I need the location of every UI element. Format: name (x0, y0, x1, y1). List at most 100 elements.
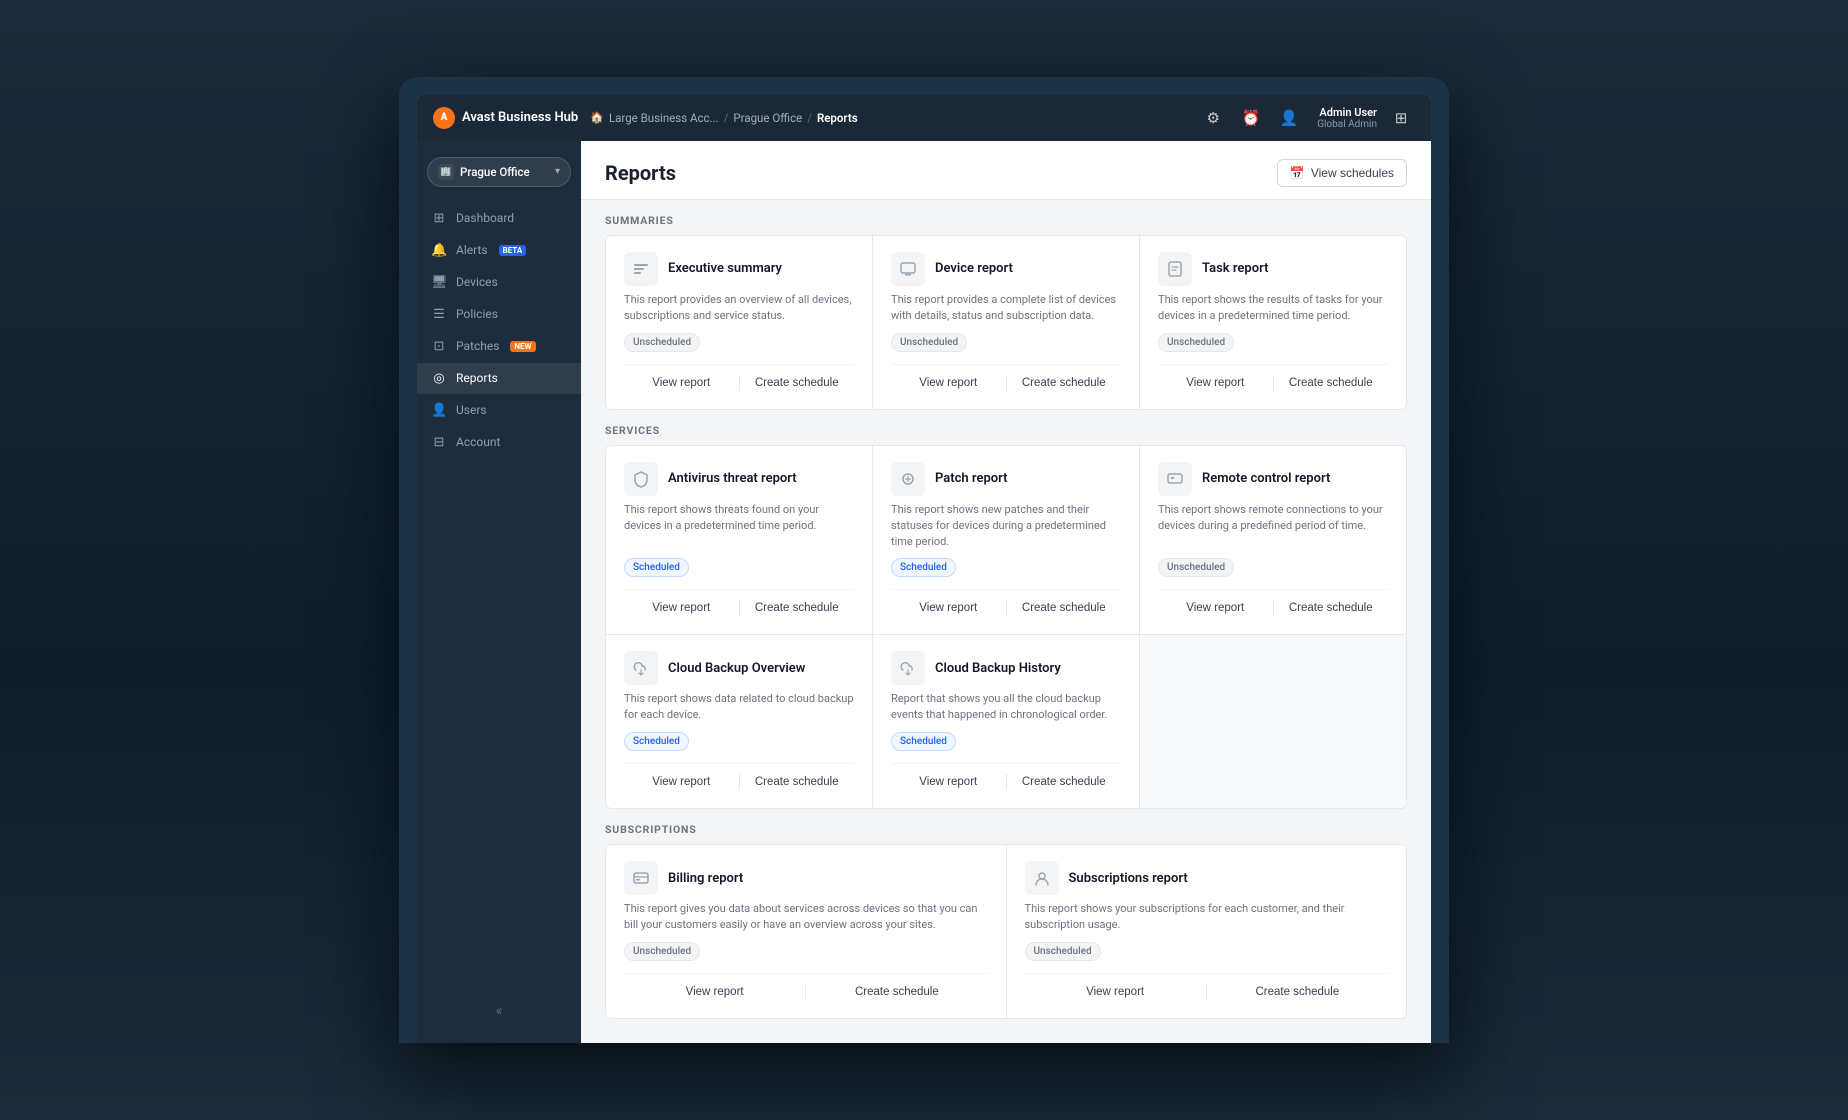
view-report-button[interactable]: View report (1158, 598, 1273, 618)
sidebar-item-reports[interactable]: ◎ Reports (417, 363, 581, 394)
status-badge-unscheduled: Unscheduled (624, 942, 700, 961)
reports-icon: ◎ (431, 371, 447, 386)
chevron-down-icon: ▾ (555, 166, 560, 177)
create-schedule-button[interactable]: Create schedule (740, 373, 855, 393)
sidebar-item-account[interactable]: ⊟ Account (417, 427, 581, 458)
view-report-button[interactable]: View report (624, 373, 739, 393)
create-schedule-button[interactable]: Create schedule (740, 772, 855, 792)
menu-icon[interactable]: ⊞ (1387, 104, 1415, 132)
executive-summary-actions: View report Create schedule (624, 364, 854, 393)
user-role: Global Admin (1317, 119, 1377, 130)
user-name: Admin User (1319, 106, 1377, 119)
view-schedules-button[interactable]: 📅 View schedules (1277, 159, 1407, 187)
org-name: Prague Office (460, 165, 530, 179)
create-schedule-button[interactable]: Create schedule (1274, 598, 1389, 618)
view-report-button[interactable]: View report (1025, 982, 1206, 1002)
users-icon: 👤 (431, 403, 447, 418)
subscriptions-title: Subscriptions report (1069, 871, 1188, 886)
beta-badge: BETA (499, 245, 527, 256)
sidebar-item-users[interactable]: 👤 Users (417, 395, 581, 426)
view-report-button[interactable]: View report (624, 598, 739, 618)
patch-desc: This report shows new patches and their … (891, 502, 1121, 550)
view-report-button[interactable]: View report (891, 373, 1006, 393)
sidebar-item-devices[interactable]: 🖥 Devices (417, 267, 581, 298)
report-card-billing: Billing report This report gives you dat… (606, 845, 1006, 1018)
cloud-backup-history-icon (891, 651, 925, 685)
section-services-label: SERVICES (581, 410, 1431, 445)
view-report-button[interactable]: View report (624, 772, 739, 792)
cloud-backup-history-title: Cloud Backup History (935, 661, 1061, 676)
report-card-patch: Patch report This report shows new patch… (873, 446, 1139, 635)
report-card-subscriptions: Subscriptions report This report shows y… (1007, 845, 1407, 1018)
page-title: Reports (605, 161, 676, 185)
task-report-title: Task report (1202, 261, 1268, 276)
create-schedule-button[interactable]: Create schedule (1207, 982, 1388, 1002)
status-badge-unscheduled: Unscheduled (1158, 333, 1234, 352)
device-report-desc: This report provides a complete list of … (891, 292, 1121, 324)
sidebar-item-policies[interactable]: ☰ Policies (417, 299, 581, 330)
sidebar-collapse-button[interactable]: « (417, 991, 581, 1031)
user-icon[interactable]: 👤 (1275, 104, 1303, 132)
create-schedule-button[interactable]: Create schedule (740, 598, 855, 618)
patch-title: Patch report (935, 471, 1007, 486)
sidebar-item-label: Account (456, 435, 500, 449)
brand-name: Avast Business Hub (462, 110, 578, 125)
create-schedule-button[interactable]: Create schedule (1007, 598, 1122, 618)
cloud-backup-overview-desc: This report shows data related to cloud … (624, 691, 854, 723)
main-content: Reports 📅 View schedules SUMMARIES (581, 141, 1431, 1043)
antivirus-actions: View report Create schedule (624, 589, 854, 618)
cloud-backup-overview-icon (624, 651, 658, 685)
app-layout: 🏢 Prague Office ▾ ⊞ Dashboard 🔔 Alerts B… (417, 141, 1431, 1043)
dashboard-icon: ⊞ (431, 211, 447, 226)
create-schedule-button[interactable]: Create schedule (1274, 373, 1389, 393)
services-grid: Antivirus threat report This report show… (605, 445, 1407, 810)
status-badge-scheduled: Scheduled (624, 558, 689, 577)
create-schedule-button[interactable]: Create schedule (1007, 772, 1122, 792)
patch-actions: View report Create schedule (891, 589, 1121, 618)
view-schedules-label: View schedules (1311, 166, 1394, 180)
sidebar-item-label: Alerts (456, 243, 488, 257)
summaries-grid: Executive summary This report provides a… (605, 235, 1407, 410)
sidebar-org-switcher[interactable]: 🏢 Prague Office ▾ (427, 157, 571, 187)
breadcrumb-account[interactable]: Large Business Acc... (609, 111, 719, 125)
settings-icon[interactable]: ⚙ (1199, 104, 1227, 132)
sidebar-item-dashboard[interactable]: ⊞ Dashboard (417, 203, 581, 234)
report-card-cloud-backup-history: Cloud Backup History Report that shows y… (873, 635, 1139, 808)
view-report-button[interactable]: View report (891, 772, 1006, 792)
notifications-icon[interactable]: ⏰ (1237, 104, 1265, 132)
section-subscriptions-label: SUBSCRIPTIONS (581, 809, 1431, 844)
sidebar-item-label: Policies (456, 307, 498, 321)
sidebar-item-label: Reports (456, 371, 498, 385)
task-report-icon (1158, 252, 1192, 286)
alerts-icon: 🔔 (431, 243, 447, 258)
devices-icon: 🖥 (431, 275, 447, 290)
main-header: Reports 📅 View schedules (581, 141, 1431, 200)
status-badge-unscheduled: Unscheduled (1158, 558, 1234, 577)
report-card-antivirus: Antivirus threat report This report show… (606, 446, 872, 635)
create-schedule-button[interactable]: Create schedule (1007, 373, 1122, 393)
topbar-actions: ⚙ ⏰ 👤 Admin User Global Admin ⊞ (1199, 104, 1415, 132)
antivirus-desc: This report shows threats found on your … (624, 502, 854, 550)
device-report-actions: View report Create schedule (891, 364, 1121, 393)
antivirus-icon (624, 462, 658, 496)
remote-control-desc: This report shows remote connections to … (1158, 502, 1388, 550)
sidebar-item-patches[interactable]: ⊡ Patches NEW (417, 331, 581, 362)
policies-icon: ☰ (431, 307, 447, 322)
breadcrumb-office[interactable]: Prague Office (733, 111, 802, 125)
org-icon: 🏢 (438, 164, 454, 180)
status-badge-unscheduled: Unscheduled (624, 333, 700, 352)
view-report-button[interactable]: View report (891, 598, 1006, 618)
view-report-button[interactable]: View report (624, 982, 805, 1002)
sidebar-item-label: Patches (456, 339, 499, 353)
device-report-title: Device report (935, 261, 1013, 276)
remote-control-icon (1158, 462, 1192, 496)
sidebar-item-label: Users (456, 403, 487, 417)
cloud-backup-overview-title: Cloud Backup Overview (668, 661, 805, 676)
status-badge-scheduled: Scheduled (891, 558, 956, 577)
cloud-backup-overview-actions: View report Create schedule (624, 763, 854, 792)
view-report-button[interactable]: View report (1158, 373, 1273, 393)
sidebar-item-alerts[interactable]: 🔔 Alerts BETA (417, 235, 581, 266)
executive-summary-desc: This report provides an overview of all … (624, 292, 854, 324)
create-schedule-button[interactable]: Create schedule (806, 982, 987, 1002)
sidebar-item-label: Dashboard (456, 211, 514, 225)
